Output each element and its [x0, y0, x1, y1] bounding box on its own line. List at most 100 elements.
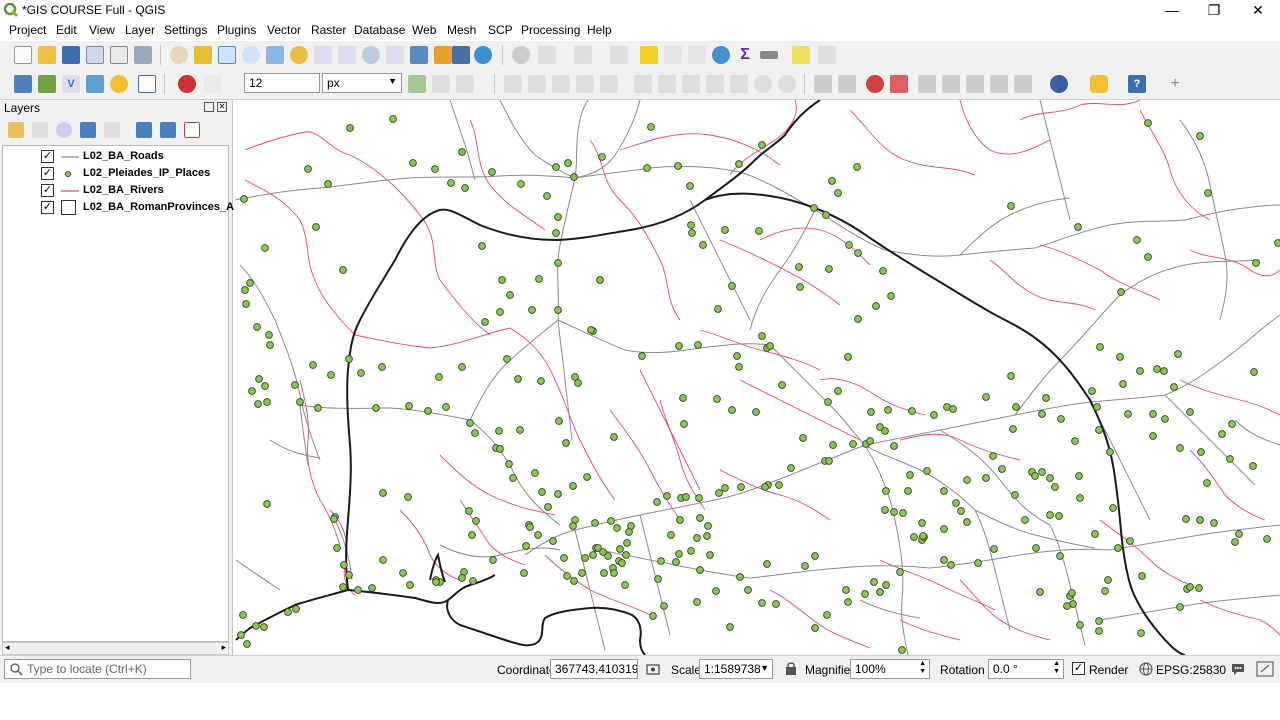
map-canvas[interactable] [235, 100, 1280, 655]
zoom-in-icon[interactable] [218, 46, 236, 64]
messages-icon[interactable] [1230, 661, 1246, 677]
magnifier-spinbox[interactable]: 100% ▲ ▼ [850, 659, 930, 679]
current-edits-icon[interactable] [504, 75, 522, 93]
layer-visibility-checkbox[interactable]: ✓ [41, 201, 54, 214]
pan-hand-icon[interactable] [170, 46, 188, 64]
menu-scp[interactable]: SCP [488, 23, 513, 37]
show-bookmarks-icon[interactable] [452, 46, 470, 64]
identify-icon[interactable] [512, 46, 530, 64]
rotate-label-icon[interactable] [942, 75, 960, 93]
copy-features-icon[interactable] [706, 75, 724, 93]
menu-vector[interactable]: Vector [267, 23, 301, 37]
collapse-all-icon[interactable] [160, 122, 176, 138]
refresh-icon[interactable] [474, 46, 492, 64]
add-raster-layer-icon[interactable] [38, 75, 56, 93]
expand-all-icon[interactable] [136, 122, 152, 138]
menu-help[interactable]: Help [587, 23, 612, 37]
modify-attributes-icon[interactable] [634, 75, 652, 93]
zoom-out-icon[interactable] [242, 46, 260, 64]
locator-input[interactable] [27, 662, 187, 676]
remove-layer-icon[interactable] [184, 122, 200, 138]
locator-box[interactable] [4, 659, 191, 679]
layer-visibility-checkbox[interactable]: ✓ [41, 167, 54, 180]
spin-arrows-icon[interactable]: ▲ ▼ [1053, 660, 1060, 676]
pan-to-selection-icon[interactable] [194, 46, 212, 64]
menu-plugins[interactable]: Plugins [217, 23, 256, 37]
add-spatialite-icon[interactable] [110, 75, 128, 93]
scp-plugin-icon[interactable] [1050, 75, 1068, 93]
highlight-pinned-labels-icon[interactable] [890, 75, 908, 93]
toggle-editing-icon[interactable] [528, 75, 546, 93]
menu-web[interactable]: Web [412, 23, 436, 37]
add-group-icon[interactable] [32, 122, 48, 138]
resize-grip-icon[interactable] [1256, 660, 1276, 678]
render-checkbox[interactable]: ✓ [1072, 662, 1085, 675]
label-pin-icon[interactable] [838, 75, 856, 93]
processing-toolbox-icon[interactable] [712, 46, 730, 64]
menu-edit[interactable]: Edit [56, 23, 77, 37]
statistics-sigma-icon[interactable]: Σ [736, 46, 754, 64]
zoom-full-icon[interactable] [266, 46, 284, 64]
layers-horizontal-scrollbar[interactable]: ◂ ▸ [2, 642, 229, 655]
menu-settings[interactable]: Settings [164, 23, 207, 37]
manage-map-themes-icon[interactable] [56, 122, 72, 138]
add-wms-icon[interactable] [86, 75, 104, 93]
crs-globe-icon[interactable] [1139, 662, 1153, 676]
zoom-to-selection-icon[interactable] [290, 46, 308, 64]
menu-database[interactable]: Database [354, 23, 405, 37]
menu-view[interactable]: View [89, 23, 115, 37]
label-toolbar-icon[interactable] [814, 75, 832, 93]
cut-features-icon[interactable] [682, 75, 700, 93]
show-hide-labels-icon[interactable] [990, 75, 1008, 93]
paste-features-icon[interactable] [730, 75, 748, 93]
zoom-next-icon[interactable] [386, 46, 404, 64]
text-annotation-icon[interactable] [818, 46, 836, 64]
open-layer-styling-icon[interactable] [8, 122, 24, 138]
scroll-left-icon[interactable]: ◂ [5, 642, 10, 653]
attribute-table-icon[interactable] [664, 46, 682, 64]
toggle-extents-icon[interactable] [645, 661, 661, 677]
vertex-tool-icon[interactable] [600, 75, 618, 93]
layer-item-rivers[interactable]: ✓ L02_BA_Rivers [3, 182, 228, 199]
new-bookmark-icon[interactable] [434, 46, 452, 64]
python-console-icon[interactable] [1090, 75, 1108, 93]
select-features-icon[interactable] [574, 46, 592, 64]
menu-mesh[interactable]: Mesh [447, 23, 476, 37]
filter-by-expression-icon[interactable] [104, 122, 120, 138]
save-as-icon[interactable] [86, 46, 104, 64]
layer-item-provinces[interactable]: ✓ L02_BA_RomanProvinces_A [3, 199, 234, 216]
layer-visibility-checkbox[interactable]: ✓ [41, 184, 54, 197]
change-label-icon[interactable] [966, 75, 984, 93]
actions-icon[interactable] [538, 46, 556, 64]
snapping-layers-icon[interactable] [204, 75, 222, 93]
field-calculator-icon[interactable] [688, 46, 706, 64]
close-panel-icon[interactable]: ✕ [217, 102, 227, 112]
maximize-button[interactable]: ❐ [1192, 0, 1236, 21]
filter-legend-icon[interactable] [80, 122, 96, 138]
scale-combobox[interactable]: 1:1589738 ▼ [699, 659, 773, 679]
select-by-value-icon[interactable] [610, 46, 628, 64]
coordinate-field[interactable]: 367743,4103199 [550, 659, 638, 679]
tracing-icon[interactable] [456, 75, 474, 93]
snapping-magnet-icon[interactable] [178, 75, 196, 93]
crosshair-icon[interactable]: + [1166, 75, 1184, 93]
crs-value[interactable]: EPSG:25830 [1156, 663, 1226, 677]
print-layout-icon[interactable] [110, 46, 128, 64]
undo-icon[interactable] [754, 75, 772, 93]
redo-icon[interactable] [778, 75, 796, 93]
measure-icon[interactable] [760, 51, 778, 59]
new-project-icon[interactable] [14, 46, 32, 64]
close-button[interactable]: ✕ [1236, 0, 1280, 21]
topology-editing-icon[interactable] [408, 75, 426, 93]
save-project-icon[interactable] [62, 46, 80, 64]
save-edits-icon[interactable] [552, 75, 570, 93]
layer-item-roads[interactable]: ✓ L02_BA_Roads [3, 148, 228, 165]
layer-item-places[interactable]: ✓ L02_Pleiades_IP_Places [3, 165, 228, 182]
add-delimited-text-icon[interactable]: V [62, 75, 80, 93]
deselect-icon[interactable] [640, 46, 658, 64]
delete-selected-icon[interactable] [658, 75, 676, 93]
menu-raster[interactable]: Raster [311, 23, 346, 37]
layer-visibility-checkbox[interactable]: ✓ [41, 150, 54, 163]
menu-project[interactable]: Project [9, 23, 46, 37]
zoom-native-icon[interactable] [338, 46, 356, 64]
